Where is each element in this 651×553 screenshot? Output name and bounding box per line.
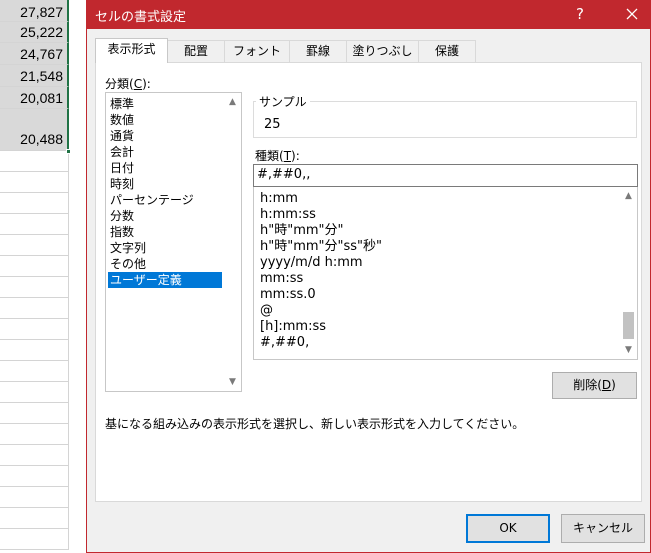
number-tab-panel: 分類(C): 標準 数値 通貨 会計 日付 時刻 パーセンテージ 分数 指数 文… — [95, 62, 642, 502]
format-item[interactable]: yyyy/m/d h:mm — [258, 255, 637, 271]
sheet-cell[interactable] — [0, 487, 69, 508]
type-label: 種類(T): — [255, 149, 300, 163]
category-item[interactable]: 時刻 — [108, 176, 241, 192]
category-item[interactable]: 標準 — [108, 96, 241, 112]
scroll-down-icon[interactable]: ▼ — [224, 374, 241, 390]
close-icon — [626, 8, 638, 20]
category-item[interactable]: 数値 — [108, 112, 241, 128]
type-input[interactable]: #,##0,, — [253, 164, 638, 187]
sheet-cell[interactable]: 21,548 — [0, 65, 69, 87]
tab-number[interactable]: 表示形式 — [95, 38, 168, 63]
category-item[interactable]: 会計 — [108, 144, 241, 160]
format-item[interactable]: mm:ss.0 — [258, 287, 637, 303]
tab-font[interactable]: フォント — [224, 40, 290, 62]
sheet-cell[interactable] — [0, 256, 69, 277]
sheet-cell[interactable] — [0, 172, 69, 193]
sheet-cell[interactable] — [0, 529, 69, 550]
close-button[interactable] — [617, 3, 647, 25]
sheet-cell[interactable] — [0, 424, 69, 445]
scroll-up-icon[interactable]: ▲ — [620, 188, 637, 204]
sheet-cell[interactable]: 20,488 — [0, 109, 69, 151]
sheet-cell[interactable]: 20,081 — [0, 87, 69, 109]
ok-button[interactable]: OK — [466, 514, 550, 543]
sheet-cell[interactable] — [0, 319, 69, 340]
help-button[interactable]: ? — [565, 3, 595, 25]
category-list[interactable]: 標準 数値 通貨 会計 日付 時刻 パーセンテージ 分数 指数 文字列 その他 … — [105, 92, 242, 392]
format-item[interactable]: h:mm:ss — [258, 207, 637, 223]
category-label: 分類(C): — [105, 77, 151, 91]
tab-alignment[interactable]: 配置 — [167, 40, 225, 62]
fill-handle[interactable] — [66, 149, 71, 154]
sheet-cell[interactable] — [0, 403, 69, 424]
category-item[interactable]: 指数 — [108, 224, 241, 240]
category-item-selected[interactable]: ユーザー定義 — [108, 272, 222, 288]
sheet-cell[interactable] — [0, 340, 69, 361]
spreadsheet-column: 27,827 25,222 24,767 21,548 20,081 20,48… — [0, 0, 69, 553]
scroll-thumb[interactable] — [623, 312, 634, 339]
tab-protection[interactable]: 保護 — [418, 40, 476, 62]
category-item[interactable]: 分数 — [108, 208, 241, 224]
sheet-cell[interactable] — [0, 235, 69, 256]
sample-value: 25 — [264, 117, 281, 132]
scroll-up-icon[interactable]: ▲ — [224, 94, 241, 110]
sheet-cell[interactable] — [0, 382, 69, 403]
sheet-cell[interactable] — [0, 466, 69, 487]
sheet-cell[interactable] — [0, 508, 69, 529]
sheet-cell[interactable] — [0, 214, 69, 235]
format-item[interactable]: h"時"mm"分" — [258, 223, 637, 239]
format-cells-dialog: セルの書式設定 ? 表示形式 配置 フォント 罫線 塗りつぶし 保護 分類(C)… — [86, 0, 651, 553]
format-item[interactable]: [h]:mm:ss — [258, 319, 637, 335]
dialog-title: セルの書式設定 — [95, 10, 187, 25]
sheet-cell[interactable]: 25,222 — [0, 22, 69, 43]
format-item[interactable]: h:mm — [258, 191, 637, 207]
sheet-cell[interactable]: 27,827 — [0, 0, 69, 22]
sheet-cell[interactable] — [0, 151, 69, 172]
sample-label: サンプル — [256, 93, 310, 110]
format-item[interactable]: h"時"mm"分"ss"秒" — [258, 239, 637, 255]
format-list[interactable]: h:mm h:mm:ss h"時"mm"分" h"時"mm"分"ss"秒" yy… — [253, 187, 638, 360]
category-scrollbar[interactable]: ▲ ▼ — [224, 93, 241, 391]
format-item[interactable]: mm:ss — [258, 271, 637, 287]
sheet-cell[interactable] — [0, 445, 69, 466]
format-item[interactable]: @ — [258, 303, 637, 319]
description-text: 基になる組み込みの表示形式を選択し、新しい表示形式を入力してください。 — [105, 417, 525, 431]
format-item[interactable]: #,##0, — [258, 335, 637, 351]
category-item[interactable]: その他 — [108, 256, 241, 272]
category-item[interactable]: 日付 — [108, 160, 241, 176]
tab-border[interactable]: 罫線 — [289, 40, 347, 62]
cancel-button[interactable]: キャンセル — [561, 514, 645, 543]
scroll-down-icon[interactable]: ▼ — [620, 342, 637, 358]
sheet-cell[interactable]: 24,767 — [0, 43, 69, 65]
category-item[interactable]: パーセンテージ — [108, 192, 241, 208]
sample-group — [253, 101, 637, 138]
delete-button[interactable]: 削除(D) — [552, 372, 637, 399]
sheet-cell[interactable] — [0, 298, 69, 319]
tab-fill[interactable]: 塗りつぶし — [346, 40, 419, 62]
sheet-cell[interactable] — [0, 277, 69, 298]
category-item[interactable]: 通貨 — [108, 128, 241, 144]
format-scrollbar[interactable]: ▲ ▼ — [620, 187, 637, 359]
dialog-titlebar[interactable]: セルの書式設定 ? — [87, 0, 650, 29]
category-item[interactable]: 文字列 — [108, 240, 241, 256]
sheet-cell[interactable] — [0, 361, 69, 382]
sheet-cell[interactable] — [0, 193, 69, 214]
